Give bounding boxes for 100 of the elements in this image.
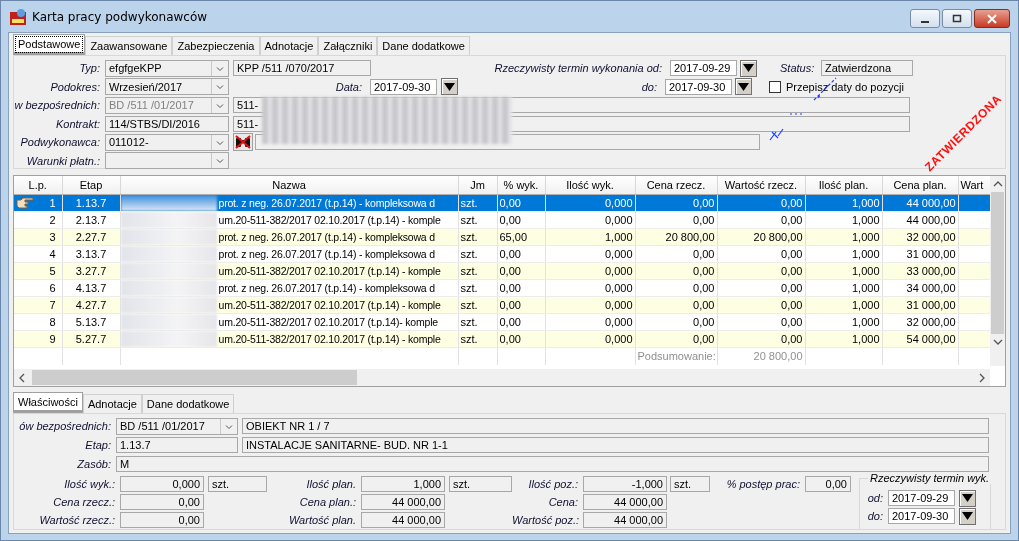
table-cell: 6 <box>49 282 56 294</box>
summary-label: Podsumowanie: <box>637 350 716 363</box>
column-header[interactable]: Jm <box>458 176 497 195</box>
table-cell: 0,00 <box>499 214 521 226</box>
table-cell: 2 <box>49 214 56 226</box>
pointing-hand-icon <box>16 197 34 209</box>
column-header[interactable]: Cena plan. <box>882 176 958 195</box>
field-label: Ilość plan. <box>305 478 357 490</box>
date-field[interactable]: 2017-09-30 <box>370 78 437 95</box>
table-cell: 1,000 <box>851 214 880 226</box>
column-header[interactable]: Wartość rzecz. <box>717 176 805 195</box>
field-label: Wartość plan. <box>287 514 357 526</box>
tab[interactable]: Właściwości <box>13 392 83 413</box>
triangle-down-icon <box>738 82 749 91</box>
field-label: Etap: <box>84 439 112 451</box>
tab[interactable]: Załączniki <box>318 36 378 55</box>
date-field[interactable]: 2017-09-30 <box>665 78 732 95</box>
table-cell: 0,00 <box>781 214 803 226</box>
table-cell: um.20-511-382/2017 02.10.2017 (t.p.14) - komple <box>218 299 441 311</box>
table-cell: 0,00 <box>781 316 803 328</box>
scroll-down-icon <box>992 338 1003 346</box>
unit-field: szt. <box>670 476 710 492</box>
table-cell: szt. <box>460 333 478 345</box>
vertical-scrollbar[interactable] <box>990 176 1005 366</box>
type-dropdown[interactable]: efgfgeKPP <box>105 59 229 77</box>
table-cell: 5.27.7 <box>75 333 107 345</box>
tab[interactable]: Podstawowe <box>13 34 86 55</box>
table-cell: szt. <box>460 231 478 243</box>
checkbox-label[interactable]: Przepisz daty do pozycji <box>786 80 904 93</box>
field-label: Podokres: <box>49 80 101 93</box>
field-label: Warunki płatn.: <box>25 154 101 167</box>
table-cell: 8 <box>49 316 56 328</box>
value-field: 0,000 <box>120 476 204 492</box>
tab[interactable]: Zaawansowane <box>85 36 173 55</box>
column-header[interactable]: Cena rzecz. <box>635 176 717 195</box>
date-field[interactable]: 2017-09-29 <box>888 490 955 506</box>
column-header[interactable]: Etap <box>62 176 120 195</box>
scroll-left-icon <box>18 372 26 383</box>
search-button[interactable] <box>233 133 253 151</box>
table-cell: 0,00 <box>499 265 521 277</box>
table-cell: 0,00 <box>693 316 715 328</box>
document-number-field[interactable]: KPP /511 /070/2017 <box>233 60 371 76</box>
table-row[interactable]: 3 2.27.7 prot. z neg. 26.07.2017 (t.p.14) - kompleksowa d szt. 65,00 1,000 20 800,00 20 800,00 1,000 32 000,00 <box>14 228 990 246</box>
tab[interactable]: Zabezpieczenia <box>172 36 260 55</box>
date-picker-button[interactable] <box>959 507 976 525</box>
table-row[interactable]: 1 1.13.7 prot. z neg. 26.07.2017 (t.p.14) - kompleksowa d szt. 0,00 0,000 0,00 0,00 1,000 44 000,00 <box>14 194 990 212</box>
value-field: 44 000,00 <box>361 512 445 528</box>
table-row[interactable]: 6 4.13.7 prot. z neg. 26.07.2017 (t.p.14) - kompleksowa d szt. 0,00 0,000 0,00 0,00 1,000 34 000,00 <box>14 279 990 297</box>
date-picker-button[interactable] <box>441 78 458 95</box>
table-cell: szt. <box>460 316 478 328</box>
close-button[interactable] <box>974 9 1010 28</box>
date-picker-button[interactable] <box>740 59 757 77</box>
table-cell: 0,00 <box>693 248 715 260</box>
table-cell: szt. <box>460 265 478 277</box>
date-picker-button[interactable] <box>735 78 752 95</box>
column-header[interactable]: % wyk. <box>497 176 545 195</box>
table-cell: 20 800,00 <box>753 231 803 243</box>
table-row[interactable]: 2 2.13.7 um.20-511-382/2017 02.10.2017 (t.p.14) - komple szt. 0,00 0,000 0,00 0,00 1,000 44 000,00 <box>14 211 990 229</box>
table-cell: 1,000 <box>851 248 880 260</box>
subcontractor-dropdown[interactable]: 011012- <box>105 133 229 151</box>
horizontal-scrollbar[interactable] <box>14 369 990 386</box>
table-cell: 1,000 <box>851 197 880 209</box>
tab[interactable]: Dane dodatkowe <box>141 394 235 413</box>
column-header[interactable]: Ilość wyk. <box>545 176 635 195</box>
date-picker-button[interactable] <box>959 489 976 507</box>
field-label: Cena rzecz.: <box>52 496 116 508</box>
field-label: od: <box>866 492 884 504</box>
column-header[interactable]: L.p. <box>14 176 62 195</box>
resource-field: M <box>116 456 989 472</box>
table-cell: 5.13.7 <box>75 316 107 328</box>
table-cell: 44 000,00 <box>906 197 956 209</box>
field-label: ów bezpośrednich: <box>18 420 112 432</box>
tab[interactable]: Dane dodatkowe <box>377 36 470 55</box>
minimize-button[interactable] <box>910 9 940 28</box>
table-row[interactable]: 8 5.13.7 um.20-511-382/2017 02.10.2017 (t.p.14)- komple szt. 0,00 0,000 0,00 0,00 1,000 32 000,00 <box>14 313 990 331</box>
column-header[interactable]: Nazwa <box>120 176 458 195</box>
table-row[interactable]: 7 4.27.7 um.20-511-382/2017 02.10.2017 (t.p.14) - komple szt. 0,00 0,000 0,00 0,00 1,000 31 000,00 <box>14 296 990 314</box>
triangle-down-icon <box>962 512 973 520</box>
tab[interactable]: Adnotacje <box>82 394 142 413</box>
table-cell: 1,000 <box>604 231 633 243</box>
date-field[interactable]: 2017-09-29 <box>670 60 737 76</box>
tab[interactable]: Adnotacje <box>259 36 319 55</box>
checkbox[interactable] <box>769 80 781 93</box>
field-label: Data: <box>334 80 363 93</box>
maximize-button[interactable] <box>942 9 972 28</box>
table-cell: 0,00 <box>499 282 521 294</box>
column-header[interactable]: Ilość plan. <box>805 176 882 195</box>
date-field[interactable]: 2017-09-30 <box>888 508 955 524</box>
table-cell: 2.13.7 <box>75 214 107 226</box>
object-dropdown[interactable]: BD /511 /01/2017 <box>116 417 238 435</box>
table-cell: um.20-511-382/2017 02.10.2017 (t.p.14) - komple <box>218 333 441 345</box>
column-header[interactable]: Wart <box>958 176 990 195</box>
table-row[interactable]: 5 3.27.7 um.20-511-382/2017 02.10.2017 (t.p.14) - komple szt. 0,00 0,000 0,00 0,00 1,000 33 000,00 <box>14 262 990 280</box>
table-cell: 1,000 <box>851 316 880 328</box>
table-row[interactable]: 4 3.13.7 prot. z neg. 26.07.2017 (t.p.14) - kompleksowa d szt. 0,00 0,000 0,00 0,00 1,000 31 000,00 <box>14 245 990 263</box>
field-label: Rzeczywisty termin wykonania od: <box>493 62 663 74</box>
table-row[interactable]: 9 5.27.7 um.20-511-382/2017 02.10.2017 (t.p.14) - komple szt. 0,00 0,000 0,00 0,00 1,000 54 000,00 <box>14 330 990 348</box>
table-cell: szt. <box>460 299 478 311</box>
table-cell: 0,00 <box>693 214 715 226</box>
period-dropdown[interactable]: Wrzesień/2017 <box>105 78 229 95</box>
